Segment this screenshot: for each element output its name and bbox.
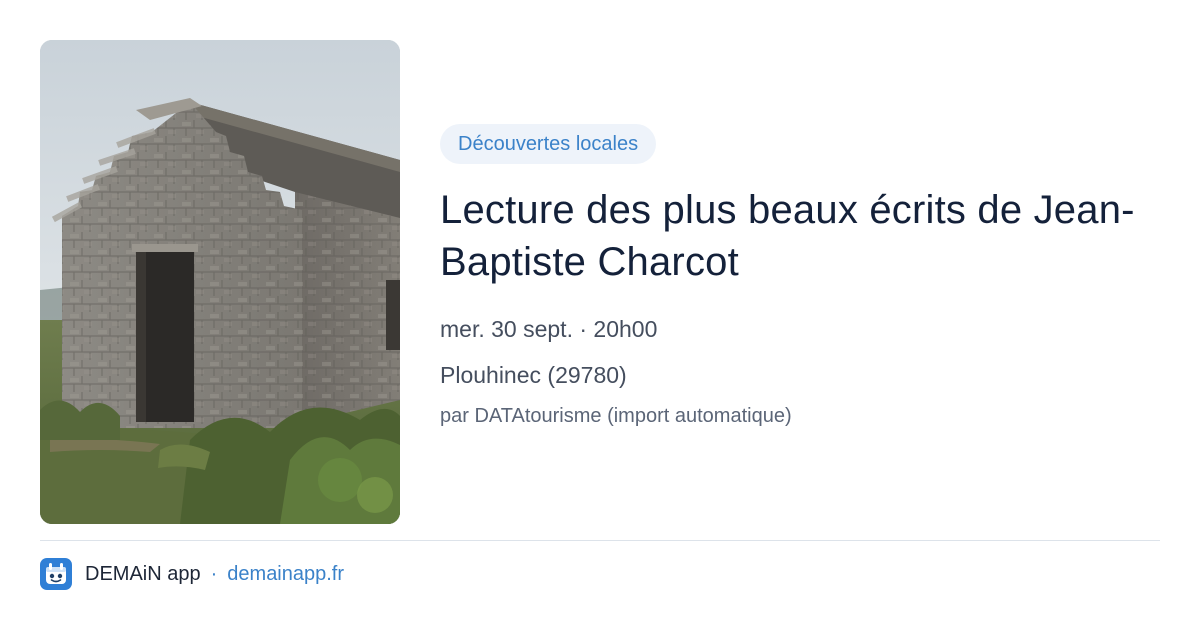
footer-divider — [40, 540, 1160, 541]
app-website-link[interactable]: demainapp.fr — [227, 563, 344, 586]
event-title: Lecture des plus beaux écrits de Jean-Ba… — [440, 188, 1135, 284]
event-location: Plouhinec (29780) — [440, 362, 627, 388]
footer-separator: · — [210, 562, 218, 585]
footer: DEMAiN app · demainapp.fr — [40, 558, 344, 590]
app-name: DEMAiN app — [85, 562, 201, 585]
demain-app-logo-icon — [40, 558, 72, 590]
stone-hut-photo — [40, 40, 400, 524]
event-image[interactable] — [40, 40, 400, 524]
category-badge[interactable]: Découvertes locales — [440, 124, 657, 164]
event-date-time: mer. 30 sept. · 20h00 — [440, 316, 658, 342]
event-info: Découvertes locales Lecture des plus bea… — [440, 124, 1160, 430]
event-source: par DATAtourisme (import automatique) — [440, 405, 792, 427]
